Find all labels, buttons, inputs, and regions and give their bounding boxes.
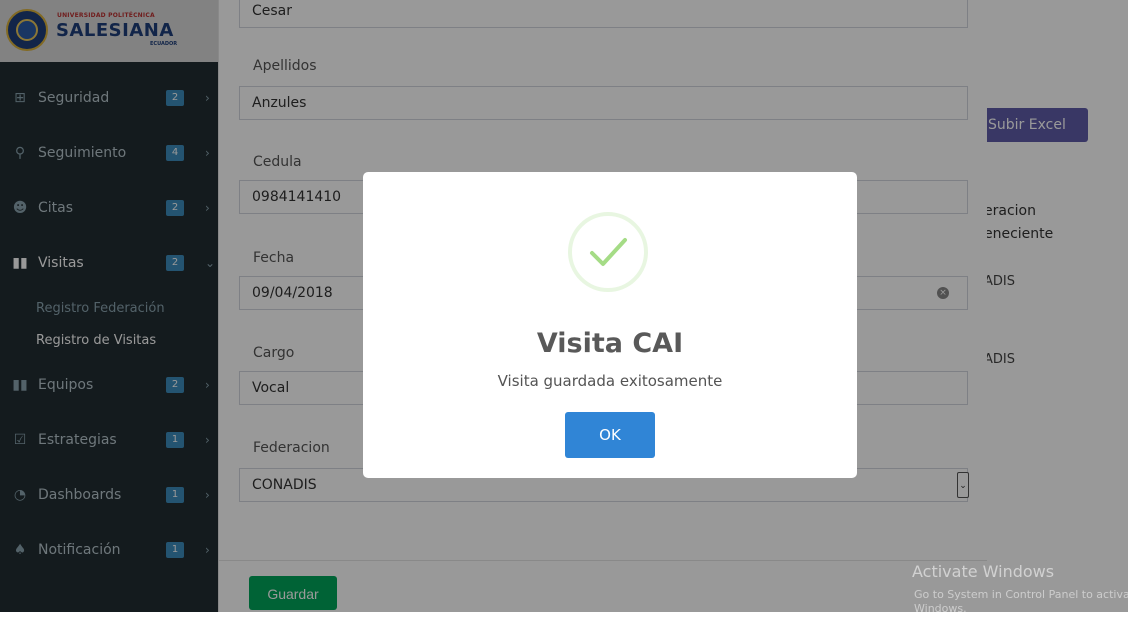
success-alert-dialog: Visita CAI Visita guardada exitosamente … — [363, 172, 857, 478]
page-edge — [1128, 0, 1134, 620]
alert-title: Visita CAI — [536, 328, 684, 359]
alert-message: Visita guardada exitosamente — [497, 372, 723, 390]
checkmark-icon — [568, 212, 648, 292]
ok-button[interactable]: OK — [565, 412, 655, 458]
page-edge-bottom — [0, 612, 1134, 620]
activation-watermark-title: Activate Windows — [912, 562, 1055, 581]
